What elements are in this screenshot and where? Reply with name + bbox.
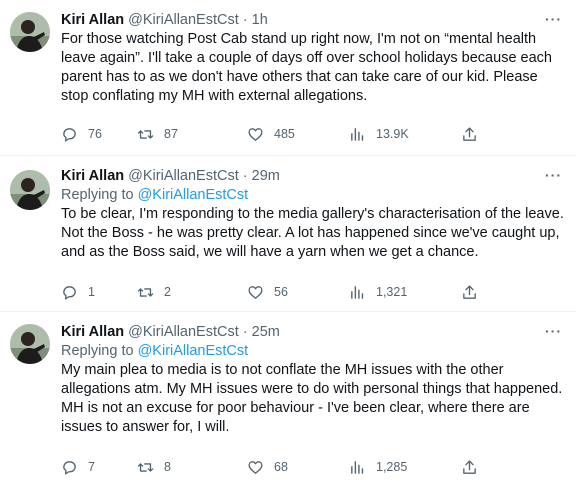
replying-to: Replying to @KiriAllanEstCst <box>61 186 564 205</box>
tweet-content: Kiri Allan @KiriAllanEstCst · 25m ··· Re… <box>61 322 564 437</box>
more-icon[interactable]: ··· <box>545 168 562 182</box>
tweet-thread: Kiri Allan @KiriAllanEstCst · 1h ··· For… <box>0 0 576 491</box>
author-handle[interactable]: @KiriAllanEstCst <box>128 12 239 28</box>
share-button[interactable] <box>461 125 478 143</box>
tweet-text: My main plea to media is to not conflate… <box>61 362 563 435</box>
retweet-icon <box>137 287 154 297</box>
replying-to-label: Replying to <box>61 343 138 359</box>
more-icon[interactable]: ··· <box>545 12 562 26</box>
avatar[interactable] <box>10 12 50 52</box>
tweet-actions: 7 8 68 1,285 <box>61 458 491 476</box>
avatar[interactable] <box>10 324 50 364</box>
author-handle[interactable]: @KiriAllanEstCst <box>128 324 239 340</box>
like-button[interactable]: 56 <box>247 283 288 301</box>
reply-icon <box>63 460 76 475</box>
author-handle[interactable]: @KiriAllanEstCst <box>128 168 239 184</box>
tweet[interactable]: Kiri Allan @KiriAllanEstCst · 25m ··· Re… <box>0 312 576 491</box>
retweet-count: 8 <box>164 460 171 474</box>
reply-icon <box>63 127 76 142</box>
views-icon <box>351 285 364 299</box>
like-count: 485 <box>274 127 295 141</box>
tweet-time[interactable]: 29m <box>252 168 280 184</box>
reply-button[interactable]: 1 <box>61 283 95 301</box>
tweet-time[interactable]: 25m <box>252 324 280 340</box>
views-button[interactable]: 13.9K <box>349 125 409 143</box>
separator-dot: · <box>242 12 248 28</box>
tweet-actions: 1 2 56 1,321 <box>61 283 491 301</box>
retweet-icon <box>137 462 154 472</box>
views-icon <box>351 127 364 141</box>
views-count: 13.9K <box>376 127 409 141</box>
reply-count: 1 <box>88 285 95 299</box>
separator-dot: · <box>242 168 248 184</box>
like-count: 56 <box>274 285 288 299</box>
reply-button[interactable]: 7 <box>61 458 95 476</box>
tweet-header: Kiri Allan @KiriAllanEstCst · 1h <box>61 10 564 30</box>
retweet-count: 87 <box>164 127 178 141</box>
retweet-count: 2 <box>164 285 171 299</box>
tweet[interactable]: Kiri Allan @KiriAllanEstCst · 29m ··· Re… <box>0 156 576 312</box>
replying-to-mention[interactable]: @KiriAllanEstCst <box>138 187 249 203</box>
heart-icon <box>248 285 263 299</box>
heart-icon <box>248 127 263 141</box>
views-button[interactable]: 1,285 <box>349 458 407 476</box>
views-count: 1,321 <box>376 285 408 299</box>
more-icon[interactable]: ··· <box>545 324 562 338</box>
tweet-actions: 76 87 485 13.9K <box>61 125 491 143</box>
share-icon <box>463 126 476 141</box>
share-button[interactable] <box>461 458 478 476</box>
views-count: 1,285 <box>376 460 408 474</box>
retweet-button[interactable]: 2 <box>137 283 171 301</box>
heart-icon <box>248 460 263 474</box>
separator-dot: · <box>242 324 248 340</box>
tweet-header: Kiri Allan @KiriAllanEstCst · 25m <box>61 322 564 342</box>
tweet[interactable]: Kiri Allan @KiriAllanEstCst · 1h ··· For… <box>0 0 576 156</box>
share-icon <box>463 284 476 299</box>
like-button[interactable]: 485 <box>247 125 295 143</box>
reply-button[interactable]: 76 <box>61 125 102 143</box>
views-button[interactable]: 1,321 <box>349 283 407 301</box>
tweet-content: Kiri Allan @KiriAllanEstCst · 29m ··· Re… <box>61 166 564 262</box>
tweet-header: Kiri Allan @KiriAllanEstCst · 29m <box>61 166 564 186</box>
retweet-button[interactable]: 87 <box>137 125 178 143</box>
like-button[interactable]: 68 <box>247 458 288 476</box>
tweet-time[interactable]: 1h <box>252 12 268 28</box>
tweet-text: For those watching Post Cab stand up rig… <box>61 31 552 104</box>
reply-count: 7 <box>88 460 95 474</box>
avatar-photo <box>10 324 50 364</box>
replying-to-mention[interactable]: @KiriAllanEstCst <box>138 343 249 359</box>
avatar[interactable] <box>10 170 50 210</box>
share-button[interactable] <box>461 283 478 301</box>
like-count: 68 <box>274 460 288 474</box>
avatar-photo <box>10 170 50 210</box>
tweet-content: Kiri Allan @KiriAllanEstCst · 1h ··· For… <box>61 10 564 106</box>
retweet-button[interactable]: 8 <box>137 458 171 476</box>
author-name[interactable]: Kiri Allan <box>61 12 124 28</box>
reply-count: 76 <box>88 127 102 141</box>
retweet-icon <box>137 129 154 139</box>
author-name[interactable]: Kiri Allan <box>61 324 124 340</box>
reply-icon <box>63 285 76 300</box>
author-name[interactable]: Kiri Allan <box>61 168 124 184</box>
share-icon <box>463 459 476 474</box>
views-icon <box>351 460 364 474</box>
replying-to: Replying to @KiriAllanEstCst <box>61 342 564 361</box>
replying-to-label: Replying to <box>61 187 138 203</box>
avatar-photo <box>10 12 50 52</box>
tweet-text: To be clear, I'm responding to the media… <box>61 206 564 260</box>
